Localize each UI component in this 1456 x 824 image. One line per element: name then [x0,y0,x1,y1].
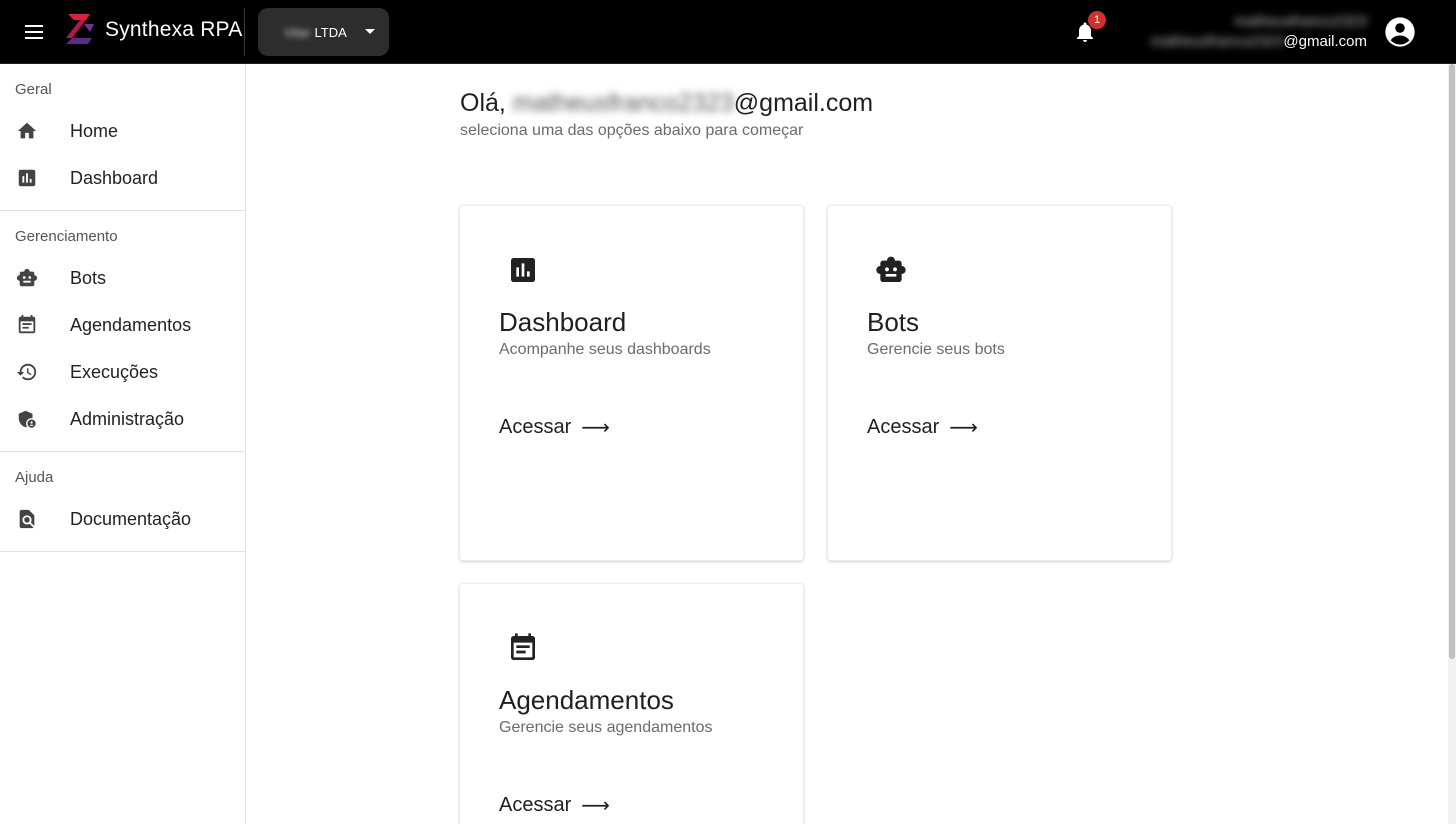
page-subtitle: seleciona uma das opções abaixo para com… [460,122,804,139]
access-label: Acessar [499,416,572,438]
notification-count-badge: 1 [1088,11,1106,29]
header-divider [244,8,245,56]
greeting-email-domain: @gmail.com [733,89,874,117]
org-name-suffix: LTDA [314,24,347,40]
greeting-email-blurred: matheusfranco2323 [512,89,734,117]
sidebar-item-label: Documentação [70,509,192,529]
card-description: Gerencie seus agendamentos [499,719,713,736]
section-title-geral: Geral [15,81,52,98]
user-email-domain: @gmail.com [1283,33,1367,50]
top-app-bar: Synthexa RPA Vitar LTDA 1 matheusfranco2… [0,0,1456,64]
sidebar-item-administracao[interactable]: Administração [0,396,245,443]
user-email-blurred: matheusfranco2323 [1150,33,1284,50]
sidebar-item-dashboard[interactable]: Dashboard [0,155,245,202]
access-button[interactable]: Acessar ⟶ [867,415,978,440]
sidebar-item-label: Execuções [70,362,159,382]
card-title: Dashboard [499,307,627,337]
section-title-ajuda: Ajuda [15,469,54,486]
user-info: matheusfranco2323 matheusfranco2323@gmai… [1151,12,1367,52]
sidebar-item-label: Agendamentos [70,315,192,335]
robot-icon [876,256,906,282]
sidebar-item-agendamentos[interactable]: Agendamentos [0,302,245,349]
access-button[interactable]: Acessar ⟶ [499,793,610,818]
access-button[interactable]: Acessar ⟶ [499,415,610,440]
card-description: Acompanhe seus dashboards [499,341,711,358]
sidebar-item-home[interactable]: Home [0,108,245,155]
user-name-blurred: matheusfranco2323 [1234,13,1367,30]
search-document-icon [19,509,35,529]
shield-user-icon [18,410,36,428]
sidebar-item-bots[interactable]: Bots [0,255,245,302]
arrow-right-icon: ⟶ [949,417,978,439]
robot-icon [16,268,38,287]
bar-chart-icon [18,169,36,187]
sidebar-item-documentacao[interactable]: Documentação [0,496,245,543]
history-icon [16,363,37,381]
greeting-prefix: Olá, [460,89,506,117]
hamburger-menu-icon[interactable] [20,20,48,44]
card-description: Gerencie seus bots [867,341,1005,358]
home-icon [17,122,37,139]
card-agendamentos: Agendamentos Gerencie seus agendamentos … [459,583,804,824]
arrow-right-icon: ⟶ [581,417,610,439]
sidebar-item-label: Dashboard [70,168,159,188]
sidebar-divider [0,551,245,552]
sidebar: Geral Home Dashboard Gerenciamento Bots … [0,64,246,824]
scrollbar-thumb[interactable] [1449,64,1455,659]
page-greeting: Olá, matheusfranco2323@gmail.com [460,89,873,118]
sidebar-item-label: Bots [70,268,107,288]
sidebar-item-execucoes[interactable]: Execuções [0,349,245,396]
synthexa-logo [66,14,94,44]
bar-chart-icon [511,258,535,282]
arrow-right-icon: ⟶ [581,795,610,817]
card-title: Bots [867,307,920,337]
calendar-icon [18,314,36,334]
account-circle-icon[interactable] [1384,16,1416,48]
app-title: Synthexa RPA [105,18,243,41]
access-label: Acessar [499,794,572,816]
access-label: Acessar [867,416,940,438]
chevron-down-icon [365,29,375,34]
user-email: matheusfranco2323@gmail.com [1151,32,1367,52]
section-title-gerenciamento: Gerenciamento [15,228,118,245]
card-title: Agendamentos [499,685,674,715]
calendar-icon [511,633,535,660]
sidebar-item-label: Administração [70,409,185,429]
sidebar-item-label: Home [70,121,119,141]
page-scrollbar[interactable] [1448,64,1456,824]
card-bots: Bots Gerencie seus bots Acessar ⟶ [827,205,1172,561]
organization-select[interactable]: Vitar LTDA [258,8,389,56]
card-dashboard: Dashboard Acompanhe seus dashboards Aces… [459,205,804,561]
org-name-blurred: Vitar [284,24,311,40]
